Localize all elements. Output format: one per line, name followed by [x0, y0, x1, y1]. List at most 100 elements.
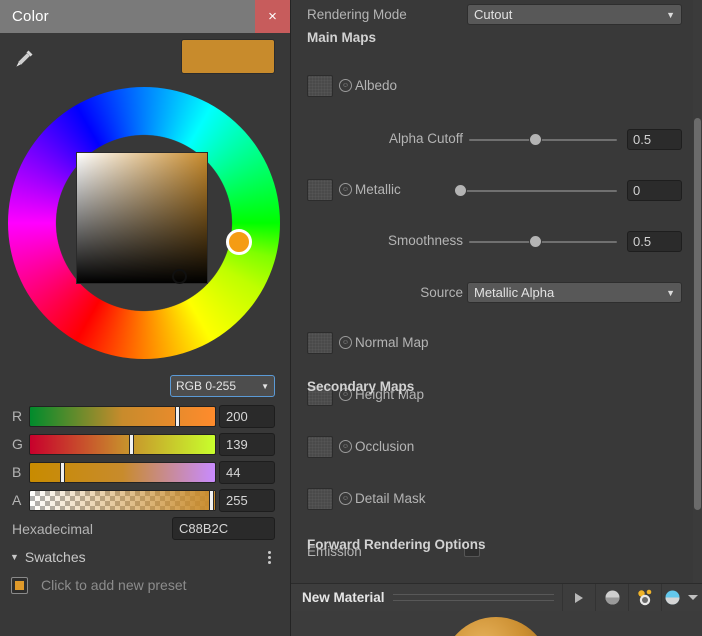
normal-map-toggle-icon[interactable]: ☺ — [339, 336, 352, 349]
inspector-scrollbar-thumb[interactable] — [694, 118, 701, 510]
color-mode-row: RGB 0-255 ▼ — [0, 375, 290, 403]
hexadecimal-row: Hexadecimal C88B2C — [0, 515, 290, 545]
channel-label-b: B — [12, 464, 22, 480]
chevron-down-icon: ▼ — [666, 287, 675, 298]
toolbar-rule — [392, 594, 554, 601]
smoothness-value[interactable]: 0.5 — [627, 231, 682, 252]
smoothness-knob[interactable] — [529, 235, 542, 248]
metallic-toggle-icon[interactable]: ☺ — [339, 183, 352, 196]
material-preview-toolbar: New Material — [291, 584, 702, 611]
metallic-texture-slot[interactable] — [307, 179, 333, 201]
hexadecimal-input[interactable]: C88B2C — [172, 517, 275, 540]
detail-mask-label: Detail Mask — [355, 491, 426, 506]
alpha-cutoff-row: Alpha Cutoff 0.5 — [291, 128, 693, 153]
swatches-title: Swatches — [24, 549, 86, 565]
albedo-toggle-icon[interactable]: ☺ — [339, 79, 352, 92]
add-preset-row[interactable]: Click to add new preset — [0, 571, 290, 599]
material-name-label: New Material — [302, 590, 385, 605]
occlusion-toggle-icon[interactable]: ☺ — [339, 440, 352, 453]
chevron-down-icon: ▼ — [261, 381, 269, 391]
detail-mask-texture-slot[interactable] — [307, 488, 333, 510]
preview-type-button[interactable] — [661, 584, 683, 611]
channel-slider-r[interactable] — [29, 406, 216, 427]
color-mode-dropdown[interactable]: RGB 0-255 ▼ — [170, 375, 275, 397]
channel-slider-g[interactable] — [29, 434, 216, 455]
channel-handle-b[interactable] — [60, 462, 65, 483]
swatches-foldout[interactable]: ▼ Swatches — [10, 549, 86, 565]
material-inspector: Rendering Mode Cutout ▼ Main Maps ☺ Albe… — [291, 0, 702, 636]
eyedropper-icon[interactable] — [10, 45, 38, 73]
albedo-row: ☺ Albedo — [291, 75, 693, 100]
alpha-cutoff-slider[interactable] — [469, 139, 617, 141]
color-preview-swatch — [181, 39, 275, 74]
normal-map-row: ☺ Normal Map — [291, 332, 693, 357]
saturation-value-handle[interactable] — [172, 269, 187, 284]
channel-handle-g[interactable] — [129, 434, 134, 455]
smoothness-row: Smoothness 0.5 — [291, 230, 693, 255]
material-preview-area[interactable] — [291, 611, 702, 636]
channel-value-r[interactable]: 200 — [219, 405, 275, 428]
occlusion-texture-slot[interactable] — [307, 436, 333, 458]
normal-map-texture-slot[interactable] — [307, 332, 333, 354]
kebab-menu-icon[interactable] — [262, 548, 276, 566]
color-window-titlebar: Color × — [0, 0, 290, 33]
alpha-cutoff-value[interactable]: 0.5 — [627, 129, 682, 150]
channel-label-a: A — [12, 492, 22, 508]
play-button[interactable] — [562, 584, 595, 611]
main-maps-title: Main Maps — [307, 30, 377, 45]
alpha-cutoff-knob[interactable] — [529, 133, 542, 146]
albedo-label: Albedo — [355, 78, 398, 93]
saturation-value-square[interactable] — [76, 152, 208, 284]
rendering-mode-row: Rendering Mode Cutout ▼ — [291, 2, 693, 27]
alpha-cutoff-label: Alpha Cutoff — [388, 131, 463, 146]
channel-row-g: G 139 — [0, 431, 290, 459]
channel-value-g[interactable]: 139 — [219, 433, 275, 456]
channel-label-g: G — [12, 436, 23, 452]
albedo-texture-slot[interactable] — [307, 75, 333, 97]
close-icon[interactable]: × — [255, 0, 290, 33]
hexadecimal-label: Hexadecimal — [12, 521, 93, 537]
smoothness-label: Smoothness — [387, 233, 463, 248]
secondary-maps-title: Secondary Maps — [307, 379, 415, 394]
color-wheel-area — [0, 85, 290, 375]
metallic-slider[interactable] — [459, 190, 617, 192]
forward-rendering-title: Forward Rendering Options — [307, 537, 486, 552]
inspector-scroll-area: Rendering Mode Cutout ▼ Main Maps ☺ Albe… — [291, 0, 693, 613]
normal-map-label: Normal Map — [355, 335, 429, 350]
channel-row-r: R 200 — [0, 403, 290, 431]
triangle-down-icon: ▼ — [10, 552, 19, 562]
add-preset-label: Click to add new preset — [41, 577, 187, 593]
color-picker-window: Color × RGB 0-255 ▼ R 200 G 139 B 44 A 2… — [0, 0, 290, 636]
preset-swatch-icon[interactable] — [11, 576, 28, 594]
channel-value-a[interactable]: 255 — [219, 489, 275, 512]
metallic-knob[interactable] — [454, 184, 467, 197]
occlusion-label: Occlusion — [355, 439, 415, 454]
channel-value-b[interactable]: 44 — [219, 461, 275, 484]
chevron-down-icon: ▼ — [666, 9, 675, 20]
source-row: Source Metallic Alpha ▼ — [291, 281, 693, 306]
source-dropdown[interactable]: Metallic Alpha ▼ — [467, 282, 682, 303]
swatches-header: ▼ Swatches — [0, 545, 290, 571]
hue-ring-handle[interactable] — [226, 229, 252, 255]
channel-slider-a[interactable] — [29, 490, 216, 511]
rendering-mode-value: Cutout — [474, 7, 513, 22]
metallic-label: Metallic — [355, 182, 401, 197]
smoothness-slider[interactable] — [469, 241, 617, 243]
channel-row-a: A 255 — [0, 487, 290, 515]
channel-label-r: R — [12, 408, 23, 424]
sphere-preview-button[interactable] — [595, 584, 628, 611]
lighting-icon[interactable] — [628, 584, 661, 611]
detail-mask-toggle-icon[interactable]: ☺ — [339, 492, 352, 505]
alpha-gradient — [30, 491, 215, 510]
channel-handle-r[interactable] — [175, 406, 180, 427]
channel-slider-b[interactable] — [29, 462, 216, 483]
inspector-scrollbar[interactable] — [693, 0, 702, 583]
source-label: Source — [420, 285, 463, 300]
picker-tool-row — [0, 33, 290, 85]
metallic-value[interactable]: 0 — [627, 180, 682, 201]
channel-handle-a[interactable] — [209, 490, 214, 511]
rendering-mode-dropdown[interactable]: Cutout ▼ — [467, 4, 682, 25]
detail-mask-row: ☺ Detail Mask — [291, 488, 693, 513]
source-value: Metallic Alpha — [474, 285, 555, 300]
preview-type-caret[interactable] — [683, 584, 702, 611]
